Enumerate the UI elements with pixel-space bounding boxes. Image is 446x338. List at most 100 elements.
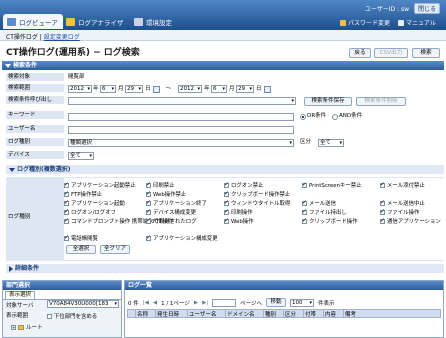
checkbox-icon [302,181,307,188]
next-page-icon[interactable]: ▶ [194,300,198,306]
target-server-select[interactable]: V70A84V30U000[183 [47,300,119,308]
logtype-checkbox[interactable]: 通信アプリケーション [380,217,441,225]
manual-link[interactable]: マニュアル [398,18,436,27]
save-condition-button[interactable]: 検索条件保存 [304,97,352,106]
column-datetime[interactable]: 発生日時 [156,310,188,318]
logtype-checkbox[interactable]: ファイル操作 [380,208,419,216]
saved-condition-select[interactable] [68,97,296,105]
to-day-select[interactable]: 29 [236,85,254,93]
checkbox-icon [380,208,385,215]
log-list-header: ログ一覧 [125,281,443,290]
environment-settings-icon [134,17,143,26]
or-condition-radio[interactable] [300,114,306,120]
last-page-icon[interactable]: ▶| [202,300,208,306]
move-button[interactable]: 移動 [266,298,287,307]
logtype-checkbox[interactable]: Web操作禁止 [146,190,186,198]
logtype-checkbox[interactable]: メール添付禁止 [380,181,425,189]
search-condition-header[interactable]: 検索条件 [2,61,444,70]
detail-condition-header[interactable]: 詳細条件 [6,264,444,273]
back-button[interactable]: 戻る [349,48,371,58]
column-content[interactable]: 内容 [324,310,344,318]
logtype-checkbox[interactable]: アプリケーション構成変更 [146,234,218,242]
display-select-tab[interactable]: 表示選択 [5,291,36,299]
logtype-checkbox[interactable]: ログオン/ログオフ [64,208,116,216]
device-select[interactable]: 全て [68,152,94,160]
column-domain[interactable]: ドメイン名 [226,310,264,318]
logtype-checkbox[interactable]: ログオン禁止 [224,181,263,189]
column-name[interactable]: 名称 [136,310,156,318]
checkbox-label: メール添付禁止 [387,183,425,189]
checkbox-icon [64,190,69,197]
from-day-select[interactable]: 29 [125,85,143,93]
logtype-checkbox[interactable]: FTP操作禁止 [64,190,102,198]
column-kubun[interactable]: 区分 [284,310,304,318]
logtype-checkbox[interactable]: メール送信中止 [380,199,425,207]
range-label: 検索範囲 [6,84,64,93]
logtype-checkbox[interactable]: 印刷操作 [224,208,253,216]
from-month-select[interactable]: 6 [100,85,116,93]
and-condition-radio[interactable] [332,114,338,120]
tab-environment[interactable]: 環境設定 [130,14,177,29]
logtype-checkbox[interactable]: ファイル持出し [302,208,347,216]
checkbox-label: アプリケーション起動禁止 [71,183,136,189]
logtype-checkbox[interactable]: ウィンドウタイトル取得 [224,199,290,207]
breadcrumb: CT操作ログ | 設定変更ログ [0,30,446,41]
breadcrumb-setting-log-link[interactable]: 設定変更ログ [44,34,80,41]
from-year-select[interactable]: 2012 [68,85,92,93]
checkbox-icon [146,217,151,224]
checkbox-icon [380,199,385,206]
select-all-button[interactable]: 全選択 [66,245,96,254]
tab-log-viewer[interactable]: ログビューア [3,14,63,29]
page-number-input[interactable] [212,298,237,307]
column-type[interactable]: 種別 [264,310,284,318]
logtype-checkbox[interactable]: 電話帳閲覧 [64,234,98,242]
prev-page-icon[interactable]: ◀ [153,300,157,306]
column-remarks[interactable]: 備考 [344,310,364,318]
from-calendar-icon[interactable] [153,86,160,93]
tree-expand-icon[interactable]: + [11,324,16,330]
checkbox-icon [146,190,151,197]
logtype-checkbox[interactable]: FTP操作 [146,217,173,225]
logtype-checkbox[interactable]: アプリケーション起動禁止 [64,181,136,189]
logtype-checkbox[interactable]: メール送信 [302,199,336,207]
logtype-checkbox[interactable]: コマンドプロンプト操作 携帯端末で取得されたログ [64,217,197,225]
logtype-checkbox[interactable]: アプリケーション起動 [64,199,125,207]
checkbox-label: アプリケーション終了 [153,201,207,207]
column-attached[interactable]: 付帯 [304,310,324,318]
password-change-link[interactable]: パスワード変更 [340,18,390,27]
device-label: デバイス [6,151,64,160]
logtype-checkbox[interactable]: Web操作 [224,217,254,225]
delete-condition-button[interactable]: 検索条件削除 [356,97,406,106]
logtype-checkbox[interactable]: 印刷禁止 [146,181,175,189]
log-analyzer-icon [66,17,75,26]
logtype-multi-header[interactable]: ログ種別(複数選択) [6,165,444,174]
kubun-select[interactable]: 全て [318,139,344,147]
checkbox-icon [224,199,229,206]
per-page-select[interactable]: 100 [290,298,315,307]
include-sub-departments-checkbox[interactable]: 下位部門を含める [47,312,97,320]
key-icon [340,19,346,26]
first-page-icon[interactable]: |◀ [143,300,149,306]
month-unit-1: 月 [118,86,124,92]
logout-button[interactable]: 閉じる [413,3,440,14]
checkbox-label: アプリケーション構成変更 [153,236,218,242]
clear-all-button[interactable]: 全クリア [100,245,130,254]
logtype-checkbox[interactable]: PrintScreenキー禁止 [302,181,362,189]
tree-root-node[interactable]: + ルート [11,323,43,331]
username-input[interactable] [68,126,294,134]
and-condition-label: AND条件 [339,113,363,119]
logtype-checkbox[interactable]: アプリケーション終了 [146,199,207,207]
column-username[interactable]: ユーザー名 [188,310,226,318]
search-button[interactable]: 検索 [412,48,440,58]
logtype-checkbox[interactable]: クリップボード操作 [302,217,358,225]
logtype-checkbox[interactable]: クリップボード操作禁止 [224,190,290,198]
logtype-select[interactable]: 種類選択 [68,139,294,147]
checkbox-icon [146,208,151,215]
to-calendar-icon[interactable] [264,86,271,93]
logtype-checkbox[interactable]: デバイス構成変更 [146,208,196,216]
to-month-select[interactable]: 6 [211,85,227,93]
csv-export-button[interactable]: CSV出力 [374,48,408,58]
tab-log-analyzer[interactable]: ログアナライザ [62,14,128,29]
to-year-select[interactable]: 2012 [178,85,202,93]
keyword-input[interactable] [68,113,294,121]
